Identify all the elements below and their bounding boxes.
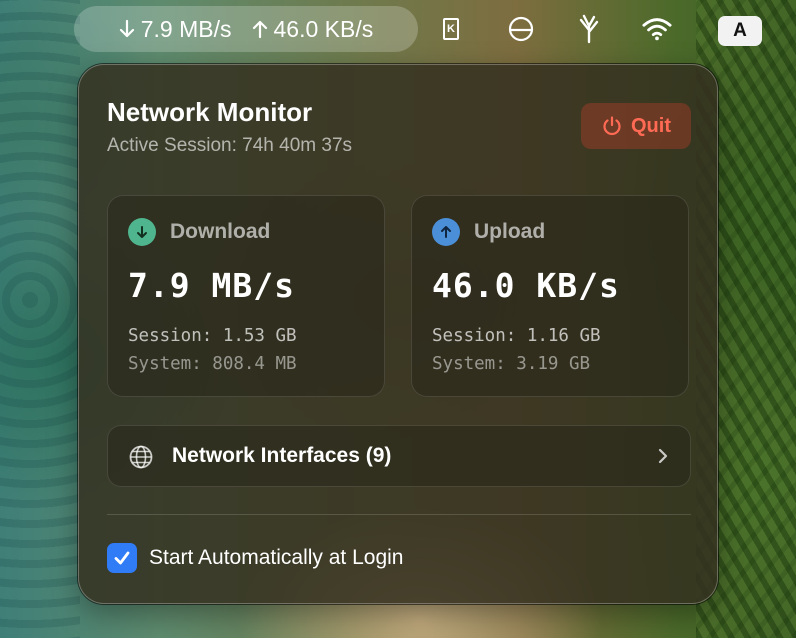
download-system-total: System: 808.4 MB (128, 354, 297, 374)
wifi-icon[interactable] (642, 14, 672, 44)
download-card: Download 7.9 MB/s Session: 1.53 GB Syste… (107, 195, 385, 397)
keyboard-icon[interactable]: K (436, 14, 466, 44)
input-source-badge[interactable]: A (718, 16, 762, 46)
network-monitor-panel: Network Monitor Active Session: 74h 40m … (78, 64, 718, 604)
keyboard-icon-letter: K (443, 18, 459, 40)
chevron-right-icon (658, 448, 668, 464)
checkmark-icon (114, 551, 130, 565)
divider (107, 514, 691, 515)
app-sprout-icon[interactable] (574, 14, 604, 44)
power-icon (603, 116, 621, 136)
upload-rate: 46.0 KB/s (432, 266, 620, 305)
download-circle-icon (128, 218, 156, 246)
background-water (0, 0, 80, 638)
network-status-item[interactable]: 7.9 MB/s 46.0 KB/s (74, 6, 418, 52)
quit-label: Quit (631, 114, 671, 137)
upload-arrow-icon (252, 20, 267, 39)
menubar-download-rate: 7.9 MB/s (140, 15, 232, 42)
start-at-login-row[interactable]: Start Automatically at Login (107, 543, 403, 573)
download-rate: 7.9 MB/s (128, 266, 295, 305)
download-heading: Download (128, 218, 270, 246)
upload-heading-label: Upload (474, 220, 546, 243)
panel-title: Network Monitor (107, 97, 313, 127)
active-session-label: Active Session: 74h 40m 37s (107, 135, 353, 156)
menubar-upload-rate: 46.0 KB/s (273, 15, 374, 42)
menubar-upload: 46.0 KB/s (252, 15, 374, 43)
upload-card: Upload 46.0 KB/s Session: 1.16 GB System… (411, 195, 689, 397)
network-interfaces-button[interactable]: Network Interfaces (9) (107, 425, 691, 487)
download-heading-label: Download (170, 220, 271, 243)
half-circle-icon[interactable] (506, 14, 536, 44)
upload-heading: Upload (432, 218, 545, 246)
upload-session-total: Session: 1.16 GB (432, 326, 601, 346)
quit-button[interactable]: Quit (581, 103, 691, 149)
upload-circle-icon (432, 218, 460, 246)
globe-icon (129, 445, 153, 469)
download-session-total: Session: 1.53 GB (128, 326, 297, 346)
start-at-login-label: Start Automatically at Login (149, 546, 404, 569)
start-at-login-checkbox[interactable] (107, 543, 137, 573)
download-arrow-icon (119, 19, 134, 38)
menu-bar: 7.9 MB/s 46.0 KB/s K A (0, 0, 796, 62)
network-interfaces-label: Network Interfaces (9) (172, 444, 392, 467)
menubar-download: 7.9 MB/s (119, 16, 232, 43)
upload-system-total: System: 3.19 GB (432, 354, 591, 374)
